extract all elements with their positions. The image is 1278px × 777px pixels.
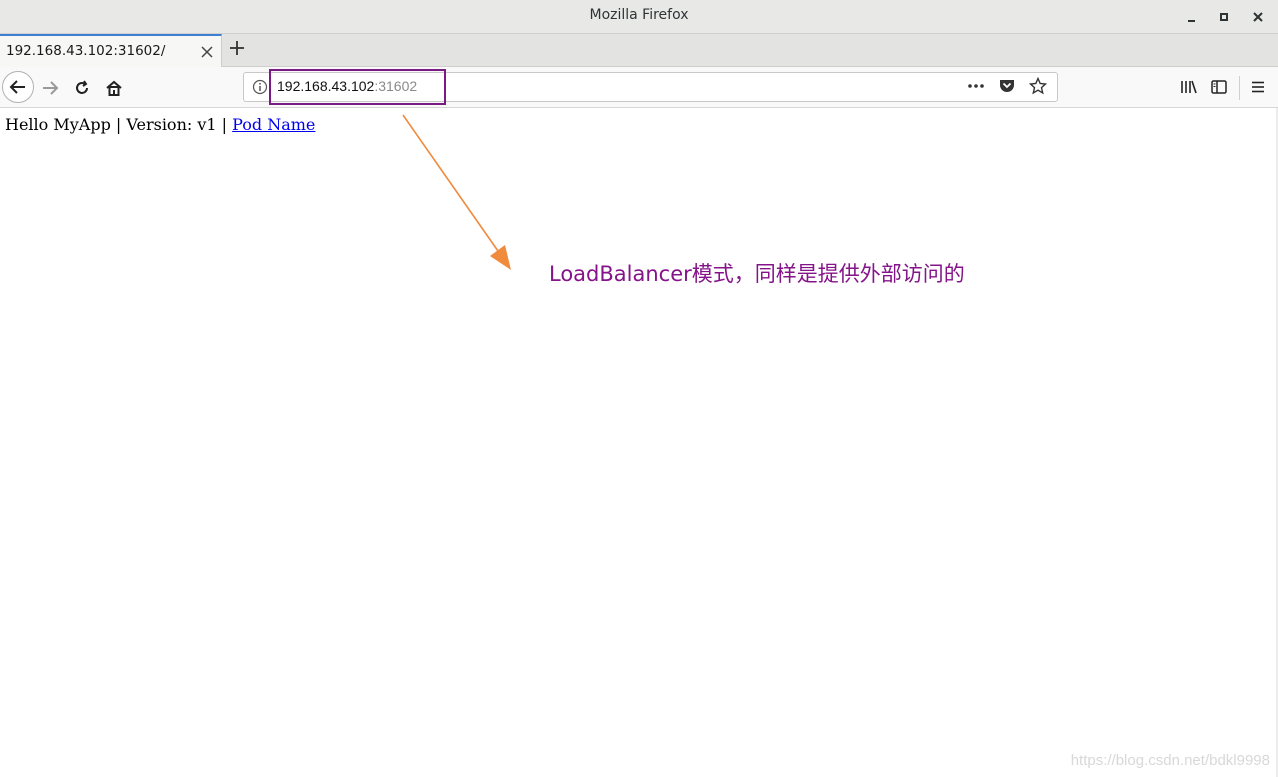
sidebar-button[interactable]	[1205, 73, 1233, 101]
bookmark-button[interactable]	[1025, 76, 1051, 99]
maximize-button[interactable]	[1214, 7, 1234, 27]
hello-text: Hello MyApp | Version: v1 |	[5, 115, 233, 134]
maximize-icon	[1220, 13, 1228, 21]
toolbar-divider	[1239, 76, 1240, 100]
forward-button[interactable]	[35, 73, 65, 103]
minimize-icon	[1188, 20, 1195, 22]
page-body-text: Hello MyApp | Version: v1 | Pod Name	[5, 115, 315, 134]
star-icon	[1028, 76, 1048, 95]
tab-title: 192.168.43.102:31602/	[6, 43, 166, 59]
sidebar-icon	[1211, 80, 1227, 94]
url-bar[interactable]: 192.168.43.102:31602	[243, 69, 1058, 105]
back-button[interactable]	[2, 71, 34, 103]
window-title: Mozilla Firefox	[589, 7, 689, 23]
url-text[interactable]: 192.168.43.102:31602	[277, 78, 417, 94]
plus-icon	[230, 41, 244, 55]
reload-icon	[76, 80, 88, 94]
tab-strip: 192.168.43.102:31602/	[0, 34, 1278, 67]
page-content: Hello MyApp | Version: v1 | Pod Name	[0, 108, 1278, 777]
pod-name-link[interactable]: Pod Name	[232, 115, 315, 134]
url-host: 192.168.43.102	[277, 78, 375, 94]
library-icon	[1181, 80, 1197, 94]
home-icon	[106, 80, 122, 96]
url-port: :31602	[374, 78, 418, 94]
navigation-bar: 192.168.43.102:31602	[0, 67, 1278, 108]
minimize-button[interactable]	[1182, 7, 1202, 27]
title-bar: Mozilla Firefox	[0, 0, 1278, 34]
library-button[interactable]	[1174, 73, 1202, 101]
more-icon	[968, 84, 984, 88]
info-circle	[252, 79, 268, 95]
close-icon	[1253, 12, 1263, 22]
info-icon[interactable]	[252, 79, 268, 95]
hamburger-icon	[1252, 81, 1264, 93]
page-actions-button[interactable]	[963, 77, 989, 99]
reload-button[interactable]	[67, 73, 97, 103]
close-icon	[201, 46, 213, 58]
tab-close-button[interactable]	[201, 42, 213, 62]
home-button[interactable]	[99, 73, 129, 103]
arrow-left-icon	[9, 80, 25, 94]
menu-button[interactable]	[1244, 73, 1272, 101]
pocket-button[interactable]	[994, 77, 1020, 99]
annotation-text: LoadBalancer模式，同样是提供外部访问的	[549, 262, 965, 286]
tab-active[interactable]: 192.168.43.102:31602/	[0, 34, 222, 67]
close-window-button[interactable]	[1248, 7, 1268, 27]
pocket-icon	[999, 80, 1014, 92]
new-tab-button[interactable]	[229, 37, 245, 63]
watermark: https://blog.csdn.net/bdkl9998	[1070, 752, 1270, 769]
arrow-right-icon	[43, 81, 59, 95]
url-actions	[963, 76, 1051, 99]
